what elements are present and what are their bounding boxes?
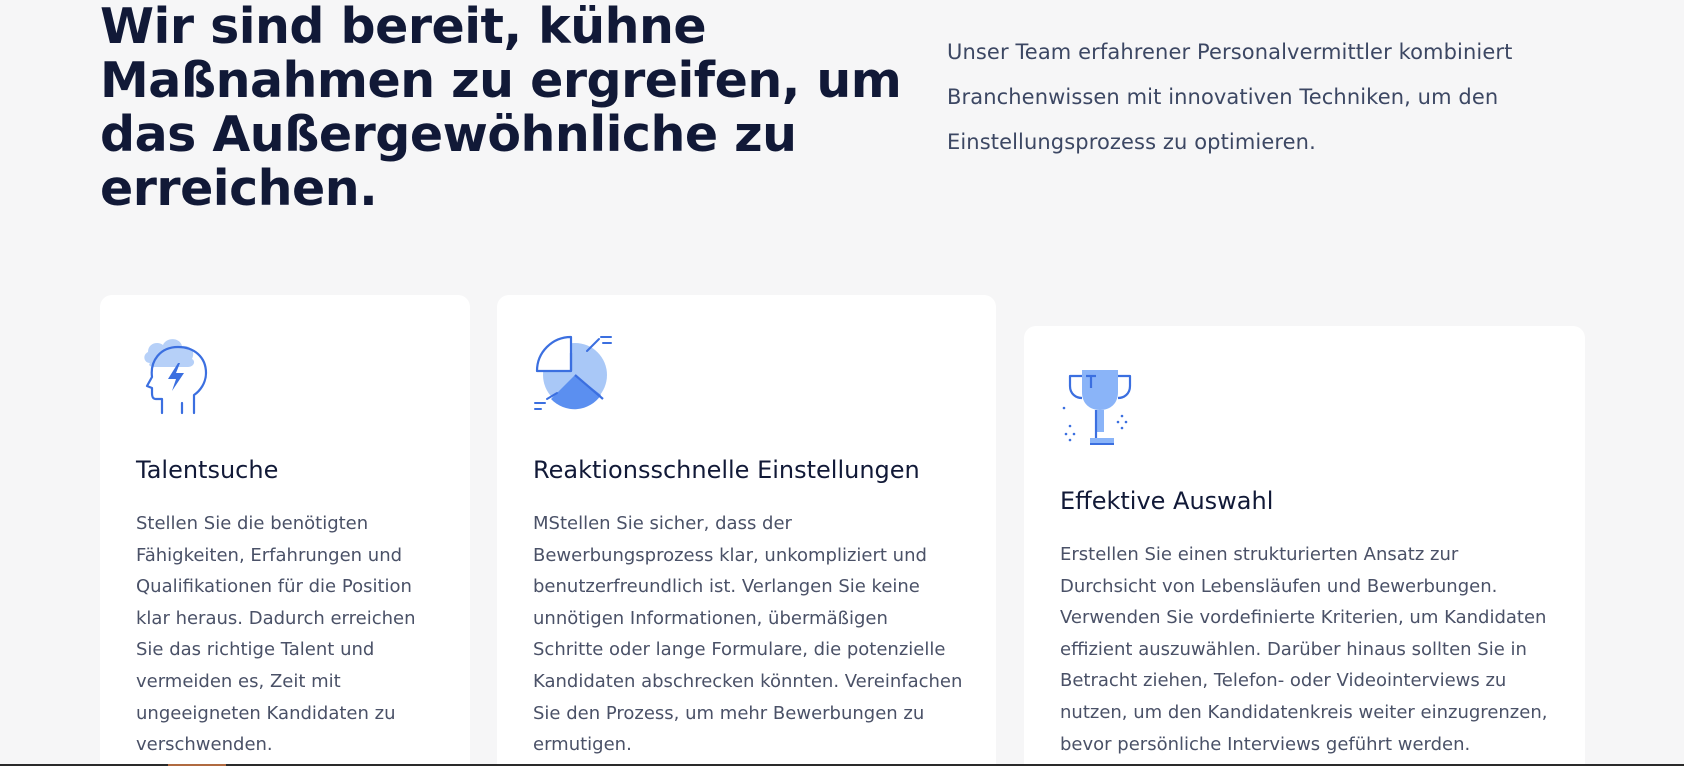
- card-text: Stellen Sie die benötigten Fähigkeiten, …: [136, 513, 416, 756]
- pie-chart-icon: [533, 333, 613, 417]
- hero-title: Wir sind bereit, kühne Maßnahmen zu ergr…: [100, 0, 902, 217]
- card-title: Reaktionsschnelle Einstellungen: [533, 456, 920, 484]
- card-text: Erstellen Sie einen strukturierten Ansat…: [1060, 544, 1548, 755]
- hero-description: Unser Team erfahrener Personalvermittler…: [947, 40, 1513, 154]
- feature-card-talentsuche: Talentsuche Stellen Sie die benötigten F…: [100, 295, 470, 766]
- head-lightning-icon: [136, 333, 216, 417]
- feature-card-reaktionsschnelle-einstellungen: Reaktionsschnelle Einstellungen MStellen…: [497, 295, 996, 766]
- card-title: Effektive Auswahl: [1060, 487, 1274, 515]
- feature-card-effektive-auswahl: Effektive Auswahl Erstellen Sie einen st…: [1024, 326, 1585, 766]
- trophy-icon: [1060, 364, 1140, 448]
- card-title: Talentsuche: [136, 456, 279, 484]
- page: Wir sind bereit, kühne Maßnahmen zu ergr…: [0, 0, 1684, 766]
- card-text: MStellen Sie sicher, dass der Bewerbungs…: [533, 513, 963, 756]
